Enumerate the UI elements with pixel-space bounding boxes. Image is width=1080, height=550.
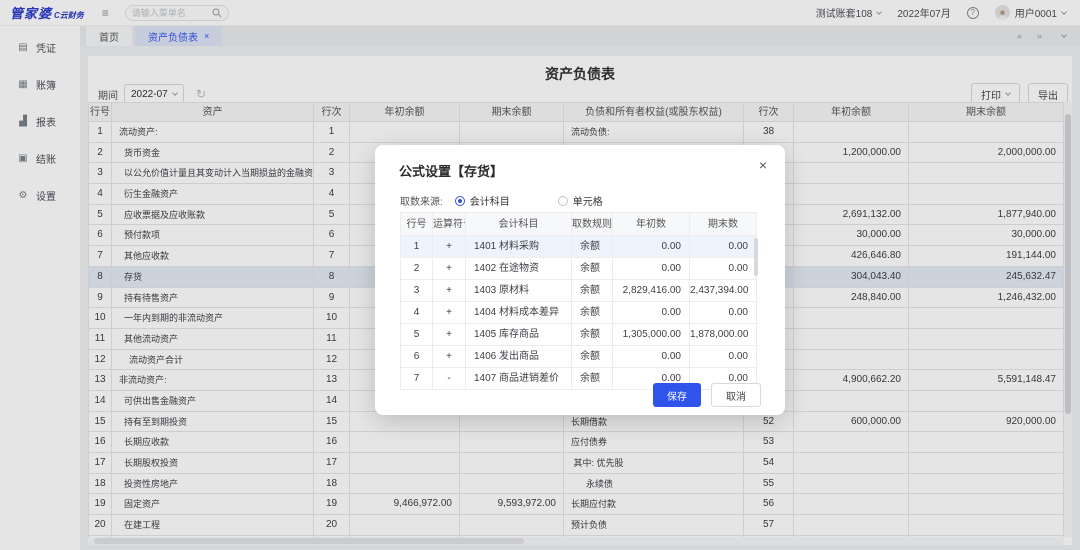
radio-cell[interactable]: 单元格 <box>558 193 603 208</box>
formula-table-header: 行号运算符号会计科目取数规则年初数期末数 <box>400 212 757 236</box>
formula-table: 行号运算符号会计科目取数规则年初数期末数 1+1401 材料采购余额0.000.… <box>400 212 757 390</box>
table-cell[interactable]: 1401 材料采购 <box>466 236 572 258</box>
radio-account-subject[interactable]: 会计科目 <box>455 193 510 208</box>
table-cell[interactable]: + <box>433 236 466 258</box>
table-cell[interactable]: 余额 <box>572 258 613 280</box>
modal-title: 公式设置【存货】 <box>399 161 503 180</box>
close-icon[interactable]: × <box>759 157 767 173</box>
table-cell[interactable]: 1402 在途物资 <box>466 258 572 280</box>
table-cell[interactable]: 4 <box>400 302 433 324</box>
table-cell[interactable]: 余额 <box>572 368 613 390</box>
column-header: 取数规则 <box>572 212 613 236</box>
table-cell[interactable]: + <box>433 346 466 368</box>
radio-selected-icon <box>455 196 465 206</box>
table-row: 2+1402 在途物资余额0.000.00 <box>400 258 757 280</box>
table-cell[interactable]: 0.00 <box>690 236 757 258</box>
table-cell[interactable]: 2,437,394.00 <box>690 280 757 302</box>
table-cell[interactable]: + <box>433 324 466 346</box>
table-cell[interactable]: 余额 <box>572 236 613 258</box>
table-cell[interactable]: 1405 库存商品 <box>466 324 572 346</box>
table-cell[interactable]: 余额 <box>572 346 613 368</box>
column-header: 行号 <box>400 212 433 236</box>
column-header: 运算符号 <box>433 212 466 236</box>
table-cell[interactable]: 1 <box>400 236 433 258</box>
table-cell[interactable]: 0.00 <box>690 346 757 368</box>
table-row: 6+1406 发出商品余额0.000.00 <box>400 346 757 368</box>
column-header: 会计科目 <box>466 212 572 236</box>
table-cell[interactable]: 0.00 <box>613 236 690 258</box>
table-cell[interactable]: 余额 <box>572 280 613 302</box>
table-row: 5+1405 库存商品余额1,305,000.001,878,000.00 <box>400 324 757 346</box>
table-cell[interactable]: + <box>433 258 466 280</box>
table-cell[interactable]: + <box>433 302 466 324</box>
source-label: 取数来源: <box>400 193 443 208</box>
formula-settings-modal: 公式设置【存货】 × 取数来源: 会计科目 单元格 行号运算符号会计科目取数规则… <box>375 145 785 415</box>
table-cell[interactable]: 0.00 <box>690 258 757 280</box>
table-cell[interactable]: 7 <box>400 368 433 390</box>
radio-unselected-icon <box>558 196 568 206</box>
column-header: 期末数 <box>690 212 757 236</box>
table-cell[interactable]: 5 <box>400 324 433 346</box>
table-cell[interactable]: 0.00 <box>690 302 757 324</box>
cancel-button[interactable]: 取消 <box>711 383 761 407</box>
table-cell[interactable]: 2 <box>400 258 433 280</box>
modal-footer: 保存 取消 <box>653 383 761 407</box>
table-cell[interactable]: 6 <box>400 346 433 368</box>
table-cell[interactable]: 1407 商品进销差价 <box>466 368 572 390</box>
table-row: 3+1403 原材料余额2,829,416.002,437,394.00 <box>400 280 757 302</box>
table-cell[interactable]: 2,829,416.00 <box>613 280 690 302</box>
table-cell[interactable]: - <box>433 368 466 390</box>
table-row: 1+1401 材料采购余额0.000.00 <box>400 236 757 258</box>
formula-table-body: 1+1401 材料采购余额0.000.002+1402 在途物资余额0.000.… <box>400 236 757 390</box>
table-cell[interactable]: 1406 发出商品 <box>466 346 572 368</box>
table-row: 4+1404 材料成本差异余额0.000.00 <box>400 302 757 324</box>
table-cell[interactable]: + <box>433 280 466 302</box>
table-cell[interactable]: 0.00 <box>613 302 690 324</box>
data-source-row: 取数来源: 会计科目 单元格 <box>400 193 603 208</box>
radio-label: 会计科目 <box>470 193 510 208</box>
table-cell[interactable]: 余额 <box>572 324 613 346</box>
table-cell[interactable]: 1,305,000.00 <box>613 324 690 346</box>
table-cell[interactable]: 0.00 <box>613 346 690 368</box>
formula-scrollbar-thumb[interactable] <box>754 238 758 276</box>
radio-label: 单元格 <box>573 193 603 208</box>
save-button[interactable]: 保存 <box>653 383 701 407</box>
table-cell[interactable]: 3 <box>400 280 433 302</box>
table-cell[interactable]: 1,878,000.00 <box>690 324 757 346</box>
column-header: 年初数 <box>613 212 690 236</box>
table-cell[interactable]: 余额 <box>572 302 613 324</box>
table-cell[interactable]: 1403 原材料 <box>466 280 572 302</box>
table-cell[interactable]: 1404 材料成本差异 <box>466 302 572 324</box>
table-cell[interactable]: 0.00 <box>613 258 690 280</box>
